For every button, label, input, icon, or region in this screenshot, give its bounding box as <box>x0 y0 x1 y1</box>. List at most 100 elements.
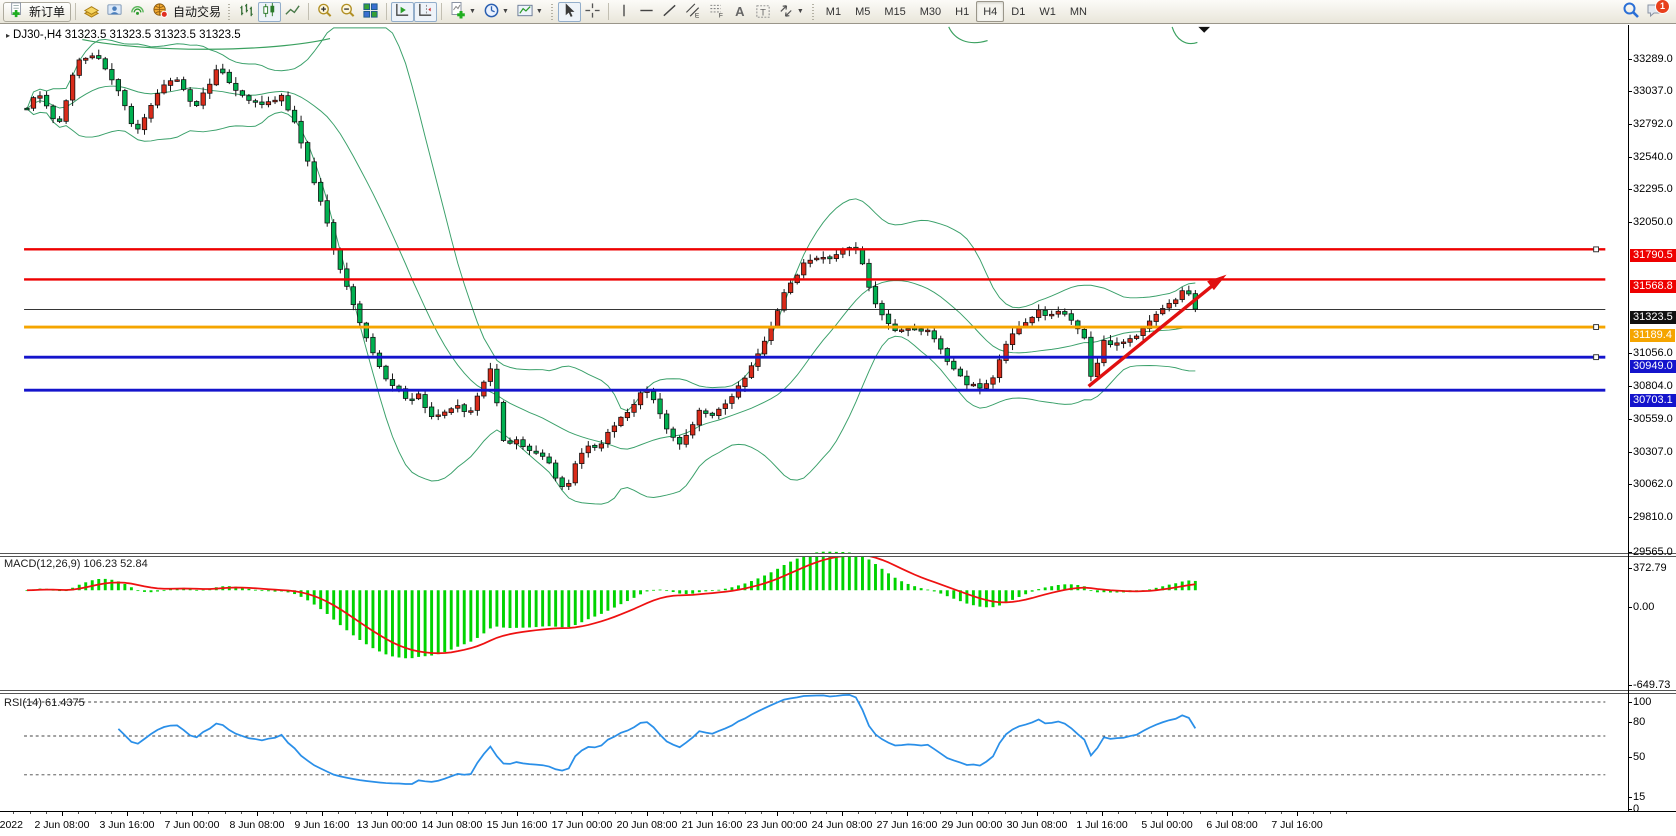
signal-button[interactable] <box>126 2 149 22</box>
templates-button[interactable]: ▼ <box>513 2 547 22</box>
time-label: 7 Jul 16:00 <box>1271 819 1323 831</box>
timeframe-D1[interactable]: D1 <box>1004 1 1032 22</box>
macd-panel-separator[interactable] <box>0 553 1676 557</box>
time-label: 17 Jun 00:00 <box>551 819 613 831</box>
new-order-icon <box>9 2 25 21</box>
time-minor-tick <box>1150 812 1152 814</box>
vertical-line-button[interactable] <box>613 2 635 22</box>
toolbar-grip[interactable] <box>549 3 555 20</box>
line-chart-button[interactable] <box>281 2 304 22</box>
time-minor-tick <box>549 812 551 814</box>
new-order-button[interactable]: 新订单 <box>3 1 72 22</box>
time-minor-tick <box>94 812 96 814</box>
indicators-button[interactable]: ▼ <box>446 2 480 22</box>
time-axis[interactable]: 1 Jun 2022 2 Jun 08:00 3 Jun 16:00 7 Jun 00… <box>0 811 1676 836</box>
time-label: 1 Jul 16:00 <box>1076 819 1128 831</box>
time-minor-tick <box>533 812 535 814</box>
time-minor-tick <box>809 812 811 814</box>
chevron-down-icon: ▼ <box>501 8 509 15</box>
crosshair-button[interactable] <box>581 2 604 22</box>
price-axis-line[interactable] <box>1628 25 1629 811</box>
time-minor-tick <box>728 812 730 814</box>
cursor-button[interactable] <box>557 1 581 22</box>
auto-trading-button[interactable]: 自动交易 <box>149 2 224 22</box>
time-minor-tick <box>484 812 486 814</box>
separator <box>75 3 77 20</box>
time-minor-tick <box>1134 812 1136 814</box>
text-a-icon: A <box>735 4 745 19</box>
time-minor-tick <box>614 812 616 814</box>
chart-shift-button[interactable] <box>414 1 438 22</box>
fibonacci-icon: F <box>708 2 726 22</box>
indicators-icon <box>449 1 467 22</box>
time-minor-tick <box>159 812 161 814</box>
time-tick <box>322 812 323 816</box>
time-tick <box>842 812 843 816</box>
shapes-button[interactable]: ▼ <box>775 2 808 22</box>
search-icon <box>1622 1 1640 22</box>
line-chart-icon <box>284 2 301 22</box>
time-tick <box>777 812 778 816</box>
profiles-button[interactable] <box>80 2 103 22</box>
market-watch-button[interactable] <box>103 2 126 22</box>
time-tick <box>62 812 63 816</box>
time-label: 8 Jun 08:00 <box>229 819 285 831</box>
tile-windows-icon <box>362 2 379 22</box>
horizontal-line-button[interactable] <box>635 2 658 22</box>
time-minor-tick <box>630 812 632 814</box>
time-minor-tick <box>110 812 112 814</box>
timeframe-M5[interactable]: M5 <box>848 1 877 22</box>
chevron-down-icon: ▼ <box>796 8 804 15</box>
trendline-button[interactable] <box>658 2 681 22</box>
rsi-panel-separator[interactable] <box>0 690 1676 694</box>
bar-chart-button[interactable] <box>235 2 258 22</box>
search-button[interactable] <box>1619 2 1643 22</box>
zoom-in-button[interactable] <box>313 2 336 22</box>
text-label-button[interactable]: T <box>751 2 775 22</box>
horizontal-line-icon <box>638 2 655 22</box>
time-minor-tick <box>45 812 47 814</box>
zoom-out-button[interactable] <box>336 2 359 22</box>
auto-scroll-icon <box>394 2 411 22</box>
time-label: 24 Jun 08:00 <box>811 819 873 831</box>
time-tick <box>1102 812 1103 816</box>
chevron-down-icon: ▼ <box>469 8 476 15</box>
timeframe-M30[interactable]: M30 <box>913 1 948 22</box>
time-minor-tick <box>240 812 242 814</box>
timeframe-H1[interactable]: H1 <box>948 1 976 22</box>
time-minor-tick <box>1199 812 1201 814</box>
separator <box>308 3 310 20</box>
svg-text:E: E <box>695 12 700 18</box>
toolbar-grip[interactable] <box>227 3 233 20</box>
time-tick <box>907 812 908 816</box>
timeframe-W1[interactable]: W1 <box>1032 1 1063 22</box>
periods-button[interactable]: ▼ <box>480 2 513 22</box>
tile-windows-button[interactable] <box>359 2 382 22</box>
time-minor-tick <box>598 812 600 814</box>
cursor-icon <box>561 2 578 22</box>
notification-badge: 1 <box>1655 0 1670 14</box>
timeframe-M1[interactable]: M1 <box>819 1 848 22</box>
timeframe-MN[interactable]: MN <box>1063 1 1094 22</box>
time-minor-tick <box>1264 812 1266 814</box>
time-label: 14 Jun 08:00 <box>421 819 483 831</box>
candlestick-chart-button[interactable] <box>258 1 282 22</box>
annotations-layer <box>82 26 1227 388</box>
separator <box>441 3 443 20</box>
chat-button[interactable]: 1 <box>1643 0 1670 22</box>
text-button[interactable]: A <box>729 2 751 22</box>
time-minor-tick <box>874 812 876 814</box>
timeframe-M15[interactable]: M15 <box>877 1 912 22</box>
timeframe-H4[interactable]: H4 <box>976 1 1005 22</box>
fibonacci-button[interactable]: F <box>705 2 729 22</box>
auto-scroll-button[interactable] <box>391 1 415 22</box>
time-minor-tick <box>939 812 941 814</box>
chart-title: ▸ DJ30-,H4 31323.5 31323.5 31323.5 31323.… <box>6 29 241 41</box>
equidistant-channel-button[interactable]: E <box>681 2 705 22</box>
toolbar-grip[interactable] <box>810 3 816 20</box>
auto-trading-label: 自动交易 <box>173 5 222 19</box>
time-minor-tick <box>1118 812 1120 814</box>
chart-canvas[interactable] <box>0 24 1676 836</box>
time-label: 3 Jun 16:00 <box>99 819 155 831</box>
time-label: 29 Jun 00:00 <box>941 819 1003 831</box>
